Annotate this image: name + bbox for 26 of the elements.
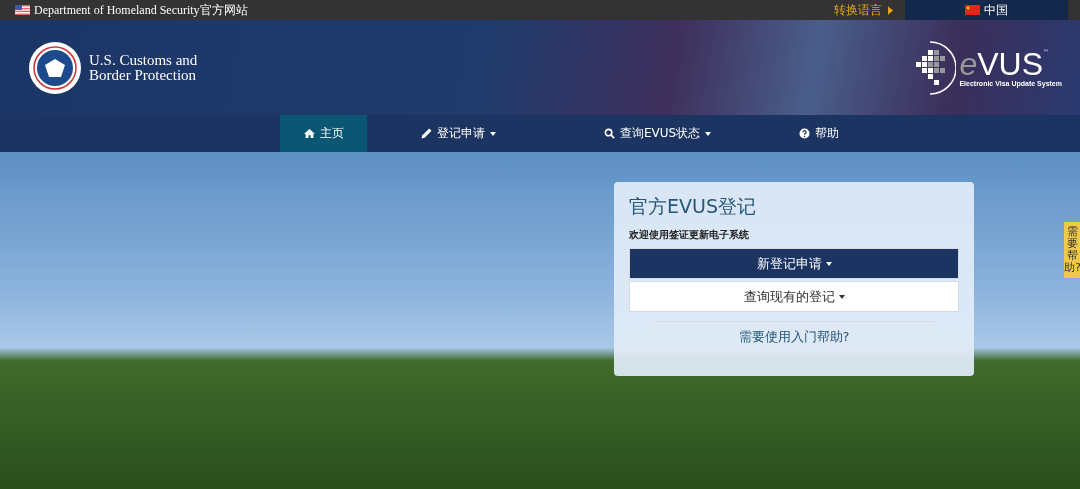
help-icon <box>798 128 810 139</box>
nav-item[interactable]: 查询EVUS状态 <box>590 115 726 152</box>
agency-name: U.S. Customs and Border Protection <box>89 52 198 83</box>
us-flag-icon <box>15 5 30 15</box>
help-link[interactable]: 需要使用入门帮助? <box>629 328 959 346</box>
language-selector[interactable]: 中国 <box>905 0 1068 20</box>
nav-item[interactable]: 主页 <box>280 115 367 152</box>
dropdown-button[interactable]: 查询现有的登记 <box>629 281 959 312</box>
language-switch-link[interactable]: 转换语言 <box>834 1 882 19</box>
card-subtitle: 欢迎使用签证更新电子系统 <box>629 228 750 242</box>
nav-item[interactable]: 帮助 <box>775 115 863 152</box>
caret-icon <box>825 261 832 266</box>
help-tab[interactable]: 需要帮助? <box>1064 222 1080 279</box>
card-title: 官方EVUS登记 <box>629 194 757 219</box>
logo-wordmark: eVUS <box>959 48 1043 80</box>
nav-item[interactable]: 登记申请 <box>407 115 510 152</box>
seal-icon <box>28 40 82 95</box>
china-flag-icon <box>965 5 980 15</box>
site-notice: Department of Homeland Security官方网站 <box>34 1 248 19</box>
home-icon <box>303 128 315 139</box>
caret-icon <box>838 294 845 299</box>
play-arrow-icon <box>888 5 893 15</box>
globe-grid-icon <box>916 39 957 96</box>
search-icon <box>604 128 615 139</box>
dropdown-button[interactable]: 新登记申请 <box>629 248 959 279</box>
pencil-icon <box>421 128 432 139</box>
